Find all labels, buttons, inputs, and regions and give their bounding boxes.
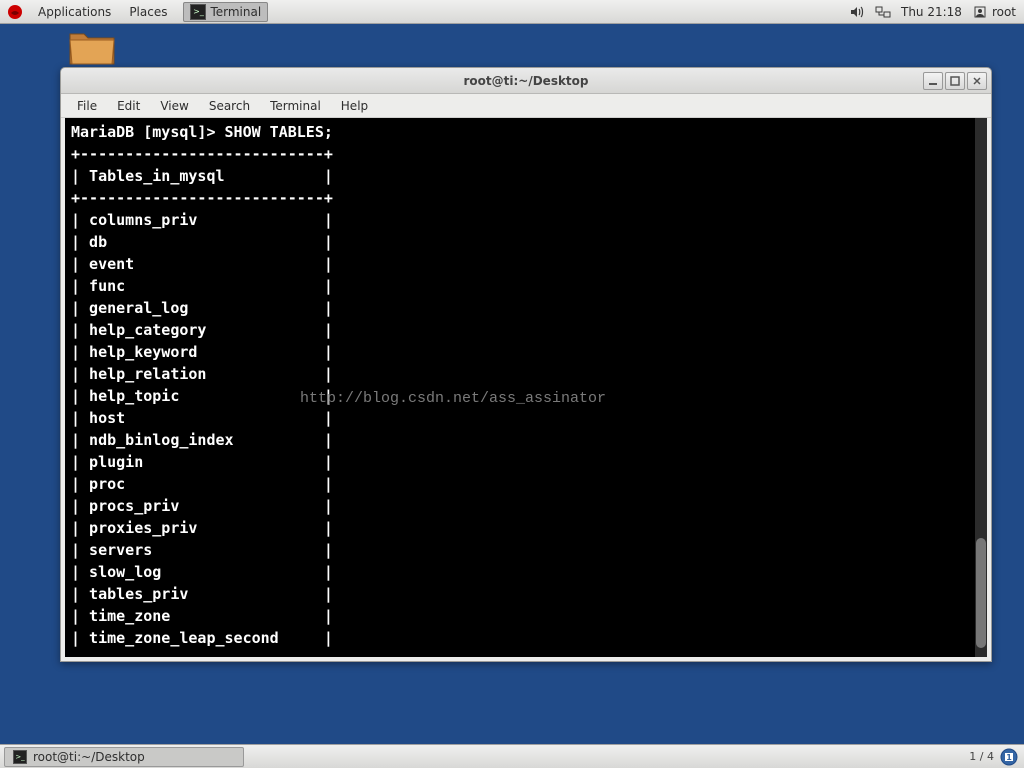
- taskbar-item-terminal[interactable]: >_ Terminal: [183, 2, 268, 22]
- scrollbar-thumb[interactable]: [976, 538, 986, 648]
- terminal-icon: >_: [13, 750, 27, 764]
- svg-text:1: 1: [1006, 753, 1012, 762]
- user-label: root: [992, 5, 1016, 19]
- window-buttons: [923, 72, 987, 90]
- user-menu[interactable]: root: [972, 4, 1016, 20]
- terminal-output: MariaDB [mysql]> SHOW TABLES; +---------…: [65, 118, 987, 652]
- close-button[interactable]: [967, 72, 987, 90]
- window-title: root@ti:~/Desktop: [61, 74, 991, 88]
- menu-search[interactable]: Search: [199, 94, 260, 118]
- minimize-button[interactable]: [923, 72, 943, 90]
- workspace-switcher-icon[interactable]: 1: [1000, 748, 1018, 766]
- menu-file[interactable]: File: [67, 94, 107, 118]
- taskbar-button-label: root@ti:~/Desktop: [33, 750, 145, 764]
- top-panel-left: Applications Places >_ Terminal: [0, 0, 268, 24]
- user-icon: [972, 4, 988, 20]
- taskbar-item-label: Terminal: [210, 5, 261, 19]
- desktop-folder-icon[interactable]: [68, 30, 116, 68]
- top-panel-right: Thu 21:18 root: [849, 4, 1024, 20]
- menu-edit[interactable]: Edit: [107, 94, 150, 118]
- terminal-icon: >_: [190, 4, 206, 20]
- taskbar-button-terminal[interactable]: >_ root@ti:~/Desktop: [4, 747, 244, 767]
- places-menu[interactable]: Places: [121, 0, 175, 24]
- menu-view[interactable]: View: [150, 94, 198, 118]
- terminal-window: root@ti:~/Desktop File Edit View Search …: [60, 67, 992, 662]
- window-titlebar[interactable]: root@ti:~/Desktop: [61, 68, 991, 94]
- workspace-indicator[interactable]: 1 / 4: [969, 750, 994, 763]
- terminal-scrollbar[interactable]: [975, 118, 987, 657]
- clock[interactable]: Thu 21:18: [901, 5, 962, 19]
- maximize-button[interactable]: [945, 72, 965, 90]
- menu-terminal[interactable]: Terminal: [260, 94, 331, 118]
- top-panel: Applications Places >_ Terminal Thu 21:1…: [0, 0, 1024, 24]
- bottom-panel-right: 1 / 4 1: [969, 748, 1024, 766]
- network-icon[interactable]: [875, 4, 891, 20]
- terminal-body[interactable]: MariaDB [mysql]> SHOW TABLES; +---------…: [65, 118, 987, 657]
- bottom-panel: >_ root@ti:~/Desktop 1 / 4 1: [0, 744, 1024, 768]
- volume-icon[interactable]: [849, 4, 865, 20]
- menubar: File Edit View Search Terminal Help: [61, 94, 991, 118]
- distro-logo-icon[interactable]: [6, 3, 24, 21]
- applications-menu[interactable]: Applications: [30, 0, 119, 24]
- menu-help[interactable]: Help: [331, 94, 378, 118]
